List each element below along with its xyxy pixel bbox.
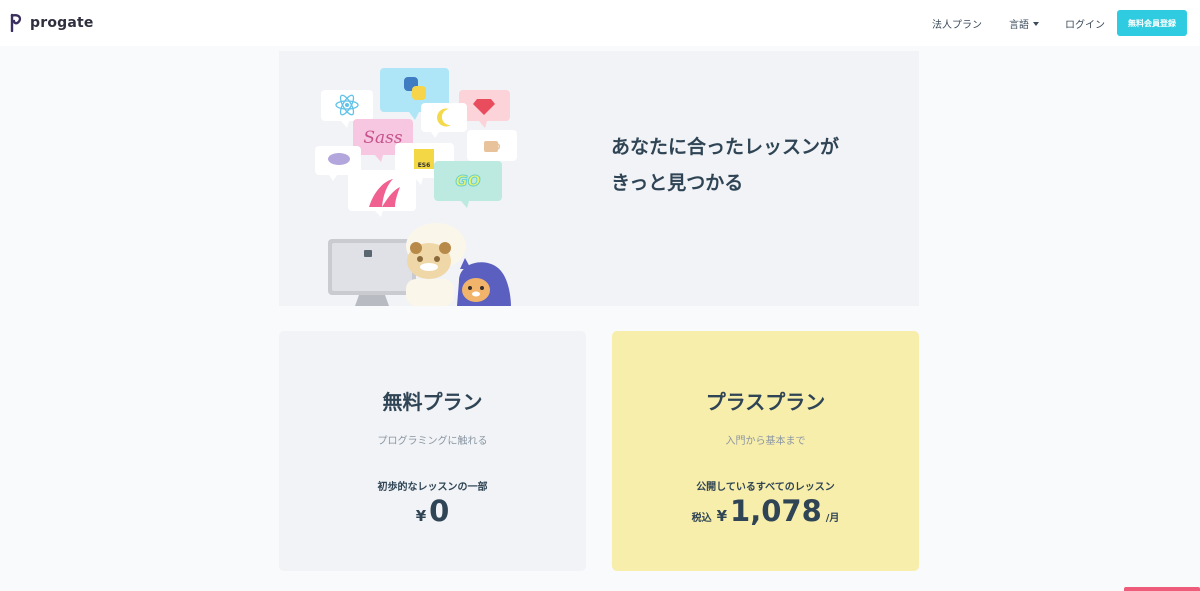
progate-logo-icon bbox=[10, 13, 22, 32]
hero-title-line1: あなたに合ったレッスンが bbox=[611, 136, 840, 158]
svg-text:GO: GO bbox=[455, 172, 480, 190]
progate-logo[interactable]: progate bbox=[9, 13, 94, 32]
plus-plan-title: プラスプラン bbox=[705, 390, 826, 414]
nav-corporate-plan-link[interactable]: 法人プラン bbox=[932, 16, 982, 31]
free-plan-card[interactable]: 無料プラン プログラミングに触れる 初歩的なレッスンの一部 ¥ 0 bbox=[279, 331, 586, 571]
floating-bottom-tab[interactable] bbox=[1124, 587, 1200, 591]
mascot-sheep-icon bbox=[406, 223, 466, 306]
currency-symbol: ¥ bbox=[716, 507, 728, 525]
hero-illustration: Sass ES6 GO bbox=[315, 68, 517, 306]
moon-bubble-icon bbox=[421, 103, 467, 138]
svg-text:ES6: ES6 bbox=[418, 162, 431, 169]
rails-bubble-icon bbox=[348, 170, 416, 217]
plus-plan-card[interactable]: プラスプラン 入門から基本まで 公開しているすべてのレッスン 税込 ¥ 1,07… bbox=[612, 331, 919, 571]
site-header: progate 法人プラン 言語 ログイン 無料会員登録 bbox=[0, 0, 1200, 46]
free-plan-title: 無料プラン bbox=[382, 390, 483, 414]
hero-title: あなたに合ったレッスンが きっと見つかる bbox=[611, 129, 839, 201]
price-unit: /月 bbox=[825, 513, 840, 524]
free-signup-button[interactable]: 無料会員登録 bbox=[1117, 10, 1187, 36]
currency-symbol: ¥ bbox=[415, 507, 427, 525]
plus-plan-description: 公開しているすべてのレッスン bbox=[696, 482, 835, 493]
nav-login-link[interactable]: ログイン bbox=[1065, 16, 1105, 31]
free-plan-subtitle: プログラミングに触れる bbox=[377, 436, 488, 447]
tax-included-label: 税込 bbox=[691, 513, 712, 524]
logo-text: progate bbox=[30, 14, 94, 31]
plus-plan-price: 税込 ¥ 1,078 /月 bbox=[612, 494, 919, 528]
nav-language-label: 言語 bbox=[1009, 20, 1029, 31]
price-value: 0 bbox=[429, 494, 450, 528]
nav-language-dropdown[interactable]: 言語 bbox=[1009, 16, 1039, 31]
hero-title-line2: きっと見つかる bbox=[611, 172, 744, 194]
price-value: 1,078 bbox=[730, 494, 822, 528]
hero-section: Sass ES6 GO あなたに合ったレッスンが きっと見つかる bbox=[279, 51, 919, 306]
computer-monitor-icon bbox=[328, 239, 416, 306]
mascot-ninja-icon bbox=[457, 258, 511, 306]
plus-plan-subtitle: 入門から基本まで bbox=[725, 436, 806, 447]
go-bubble-icon: GO bbox=[434, 161, 502, 208]
free-plan-price: ¥ 0 bbox=[279, 494, 586, 528]
caret-down-icon bbox=[1033, 21, 1039, 26]
free-plan-description: 初歩的なレッスンの一部 bbox=[377, 482, 488, 493]
